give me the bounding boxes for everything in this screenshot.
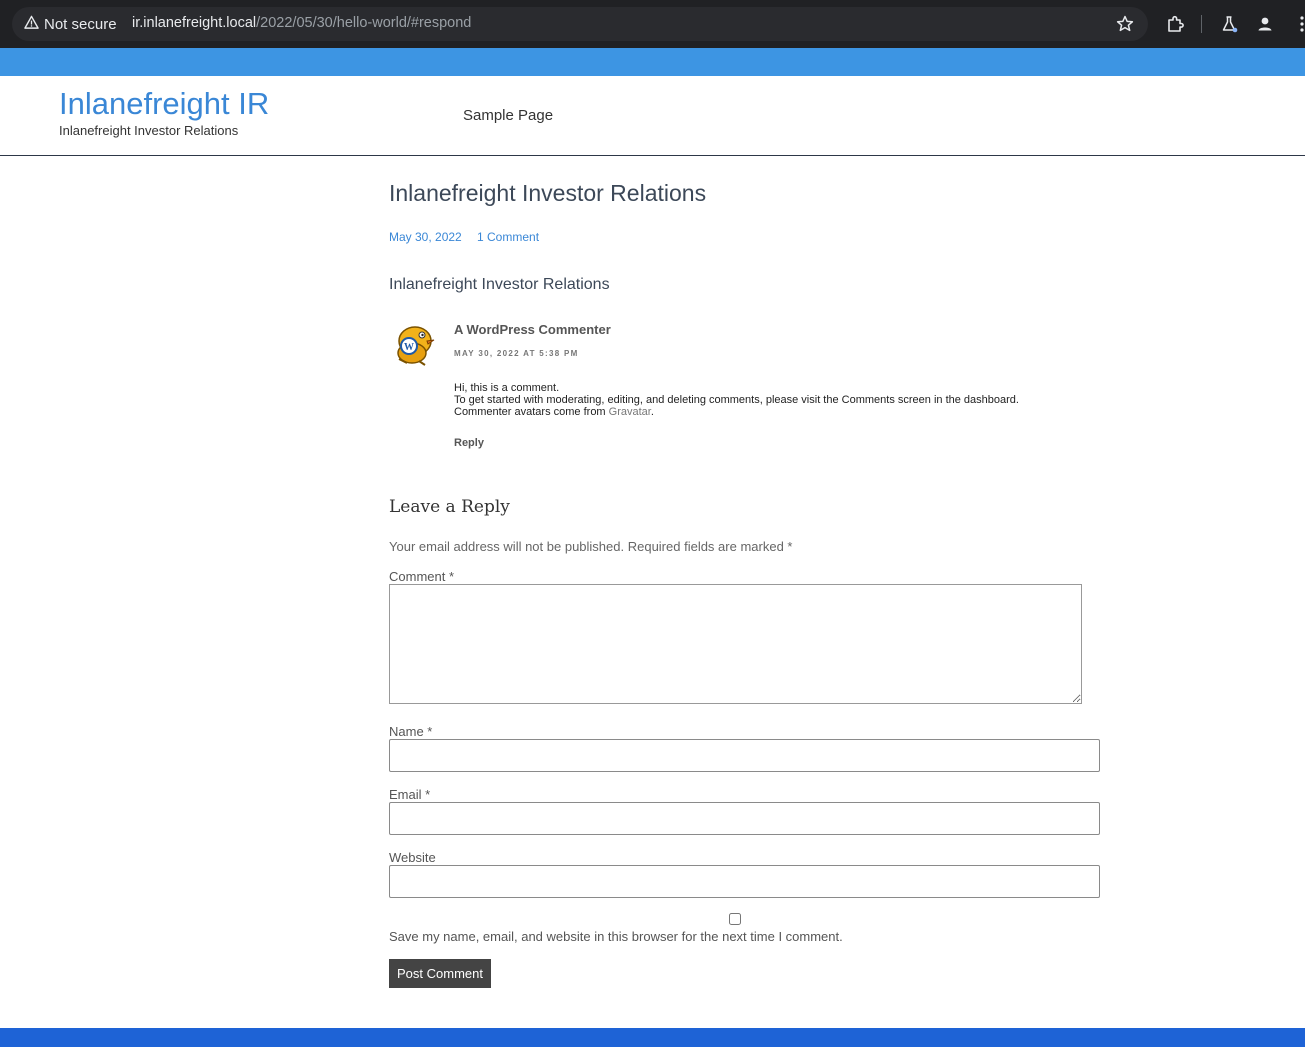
post-date-link[interactable]: May 30, 2022 [389,230,462,244]
comment-label: Comment * [389,569,455,584]
security-indicator[interactable]: Not secure [24,15,117,33]
comment-text: Commenter avatars come from [454,406,609,418]
post-comments-link[interactable]: 1 Comment [477,230,539,244]
extensions-icon[interactable] [1165,14,1185,34]
comment-reply-link[interactable]: Reply [454,437,484,449]
comment-author: A WordPress Commenter [454,322,611,337]
website-label: Website [389,850,436,865]
site-title-link[interactable]: Inlanefreight IR [59,86,269,122]
top-color-strip [0,48,1305,76]
security-label: Not secure [44,15,117,33]
comment-body: Hi, this is a comment. To get started wi… [454,382,1019,418]
post-title: Inlanefreight Investor Relations [389,180,707,206]
nav-item-sample-page[interactable]: Sample Page [463,107,553,124]
svg-text:W: W [404,342,414,353]
email-input[interactable] [389,802,1100,835]
toolbar-divider [1201,15,1202,33]
warning-icon [24,15,39,34]
website-input[interactable] [389,865,1100,898]
comment-line: Hi, this is a comment. [454,382,560,394]
comment-date-link[interactable]: MAY 30, 2022 AT 5:38 PM [454,349,579,358]
bookmark-star-icon[interactable] [1115,14,1135,34]
comment-textarea[interactable] [389,584,1082,704]
gravatar-link[interactable]: Gravatar [609,406,651,418]
name-input[interactable] [389,739,1100,772]
name-label: Name * [389,724,433,739]
footer-strip [0,1028,1305,1047]
url-host: ir.inlanefreight.local [132,15,257,31]
comment-notes: Your email address will not be published… [389,539,793,554]
commenter-avatar: W [391,321,437,367]
url-path: /2022/05/30/hello-world/#respond [256,15,472,31]
save-cookies-label[interactable]: Save my name, email, and website in this… [389,929,843,944]
save-cookies-checkbox[interactable] [729,913,741,925]
labs-flask-icon[interactable] [1219,14,1239,34]
more-menu-icon[interactable] [1292,14,1305,34]
reply-title: Leave a Reply [389,497,510,517]
comments-heading: Inlanefreight Investor Relations [389,276,610,293]
url-text[interactable]: ir.inlanefreight.local/2022/05/30/hello-… [132,15,471,31]
comment-line: Commenter avatars come from Gravatar. [454,406,1019,418]
browser-toolbar: Not secure ir.inlanefreight.local/2022/0… [0,0,1305,48]
comment-text: . [650,406,654,418]
email-label: Email * [389,787,431,802]
comment-line: To get started with moderating, editing,… [454,394,1019,406]
site-tagline: Inlanefreight Investor Relations [59,123,239,138]
profile-icon[interactable] [1255,14,1275,34]
post-comment-button[interactable]: Post Comment [389,959,491,988]
